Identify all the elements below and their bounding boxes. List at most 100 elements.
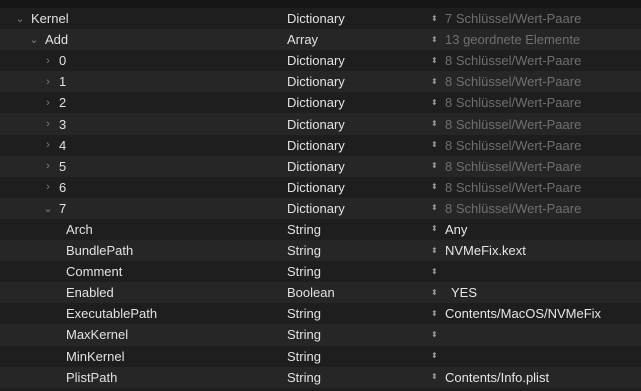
type-cell[interactable]: Dictionary bbox=[287, 177, 427, 198]
type-label: Dictionary bbox=[287, 74, 345, 90]
type-cell[interactable]: String bbox=[287, 367, 427, 388]
value-cell[interactable]: ⬍ NVMeFix.kext bbox=[431, 240, 639, 261]
table-row[interactable]: MinKernel String ⬍ bbox=[0, 346, 641, 367]
type-cell[interactable]: String bbox=[287, 303, 427, 324]
key-cell: ⌄ Kernel bbox=[0, 8, 294, 29]
stepper-icon[interactable]: ⬍ bbox=[431, 14, 441, 23]
type-cell[interactable]: Dictionary bbox=[287, 8, 427, 29]
stepper-icon[interactable]: ⬍ bbox=[431, 288, 441, 297]
value-cell[interactable]: ⬍ 8 Schlüssel/Wert-Paare bbox=[431, 113, 639, 134]
type-label: Dictionary bbox=[287, 95, 345, 111]
value-cell[interactable]: ⬍ YES bbox=[431, 282, 639, 303]
type-label: Dictionary bbox=[287, 179, 345, 195]
stepper-icon[interactable]: ⬍ bbox=[431, 352, 441, 360]
value-cell[interactable]: ⬍ Contents/Info.plist bbox=[431, 367, 639, 388]
table-row[interactable]: › 6 Dictionary ⬍ 8 Schlüssel/Wert-Paare bbox=[0, 177, 641, 198]
stepper-icon[interactable]: ⬍ bbox=[431, 35, 441, 44]
key-label: 7 bbox=[59, 200, 67, 216]
table-row[interactable]: ExecutablePath String ⬍ Contents/MacOS/NVMe… bbox=[0, 303, 641, 324]
chevron-right-icon[interactable]: › bbox=[42, 55, 54, 67]
table-row[interactable]: › 3 Dictionary ⬍ 8 Schlüssel/Wert-Paare bbox=[0, 113, 641, 135]
type-cell[interactable]: Dictionary bbox=[287, 50, 427, 71]
table-row[interactable]: › 0 Dictionary ⬍ 8 Schlüssel/Wert-Paare bbox=[0, 50, 641, 71]
value-cell[interactable]: ⬍ 13 geordnete Elemente bbox=[431, 29, 639, 50]
table-row[interactable]: PlistPath String ⬍ Contents/Info.plist bbox=[0, 366, 641, 388]
stepper-icon[interactable]: ⬍ bbox=[431, 141, 441, 149]
table-row[interactable]: ⌄ Add Array ⬍ 13 geordnete Elemente bbox=[0, 29, 641, 51]
stepper-icon[interactable]: ⬍ bbox=[431, 120, 441, 128]
type-cell[interactable]: Dictionary bbox=[287, 135, 427, 156]
type-cell[interactable]: Array bbox=[287, 29, 427, 50]
table-row[interactable]: Enabled Boolean ⬍ YES bbox=[0, 282, 641, 304]
plist-editor: ⌄ Kernel Dictionary ⬍ 7 Schlüssel/Wert-Paare… bbox=[0, 0, 641, 391]
chevron-right-icon[interactable]: › bbox=[42, 97, 54, 109]
table-row[interactable]: › 1 Dictionary ⬍ 8 Schlüssel/Wert-Paare bbox=[0, 71, 641, 93]
table-row[interactable]: › 5 Dictionary ⬍ 8 Schlüssel/Wert-Paare bbox=[0, 155, 641, 177]
value-cell[interactable]: ⬍ 7 Schlüssel/Wert-Paare bbox=[431, 8, 639, 29]
value-cell[interactable]: ⬍ bbox=[431, 324, 639, 345]
value-cell[interactable]: ⬍ 8 Schlüssel/Wert-Paare bbox=[431, 198, 639, 219]
value-cell[interactable]: ⬍ Contents/MacOS/NVMeFix bbox=[431, 303, 639, 324]
type-cell[interactable]: Dictionary bbox=[287, 113, 427, 134]
stepper-icon[interactable]: ⬍ bbox=[431, 330, 441, 339]
type-label: Dictionary bbox=[287, 158, 345, 174]
stepper-icon[interactable]: ⬍ bbox=[431, 225, 441, 233]
value-cell[interactable]: ⬍ 8 Schlüssel/Wert-Paare bbox=[431, 92, 639, 113]
chevron-right-icon[interactable]: › bbox=[42, 160, 54, 172]
type-cell[interactable]: Dictionary bbox=[287, 92, 427, 113]
stepper-icon[interactable]: ⬍ bbox=[431, 183, 441, 191]
value-cell[interactable]: ⬍ 8 Schlüssel/Wert-Paare bbox=[431, 156, 639, 177]
stepper-icon[interactable]: ⬍ bbox=[431, 204, 441, 212]
table-row[interactable]: BundlePath String ⬍ NVMeFix.kext bbox=[0, 240, 641, 262]
key-label: MaxKernel bbox=[66, 327, 129, 343]
table-row[interactable]: › 4 Dictionary ⬍ 8 Schlüssel/Wert-Paare bbox=[0, 135, 641, 156]
table-row[interactable]: ⌄ Kernel Dictionary ⬍ 7 Schlüssel/Wert-Paare bbox=[0, 8, 641, 29]
type-cell[interactable]: Boolean bbox=[287, 282, 427, 303]
chevron-down-icon[interactable]: ⌄ bbox=[14, 12, 26, 25]
type-cell[interactable]: String bbox=[287, 324, 427, 345]
key-cell: › 0 bbox=[0, 50, 322, 71]
chevron-right-icon[interactable]: › bbox=[42, 181, 54, 193]
stepper-icon[interactable]: ⬍ bbox=[431, 98, 441, 107]
value-cell[interactable]: ⬍ Any bbox=[431, 219, 639, 240]
type-cell[interactable]: Dictionary bbox=[287, 71, 427, 92]
table-row[interactable]: ⌄ 7 Dictionary ⬍ 8 Schlüssel/Wert-Paare bbox=[0, 197, 641, 219]
table-row[interactable]: MaxKernel String ⬍ bbox=[0, 324, 641, 346]
value-cell[interactable]: ⬍ 8 Schlüssel/Wert-Paare bbox=[431, 135, 639, 156]
table-row[interactable]: Comment String ⬍ bbox=[0, 261, 641, 282]
type-label: String bbox=[287, 306, 321, 322]
value-cell[interactable]: ⬍ 8 Schlüssel/Wert-Paare bbox=[431, 177, 639, 198]
stepper-icon[interactable]: ⬍ bbox=[431, 309, 441, 318]
chevron-right-icon[interactable]: › bbox=[42, 118, 54, 130]
stepper-icon[interactable]: ⬍ bbox=[431, 162, 441, 170]
type-cell[interactable]: String bbox=[287, 240, 427, 261]
value-label: 8 Schlüssel/Wert-Paare bbox=[445, 74, 582, 90]
type-cell[interactable]: String bbox=[287, 219, 427, 240]
stepper-icon[interactable]: ⬍ bbox=[431, 246, 441, 255]
value-cell[interactable]: ⬍ 8 Schlüssel/Wert-Paare bbox=[431, 50, 639, 71]
value-cell[interactable]: ⬍ bbox=[431, 346, 639, 367]
value-cell[interactable]: ⬍ 8 Schlüssel/Wert-Paare bbox=[431, 71, 639, 92]
stepper-icon[interactable]: ⬍ bbox=[431, 56, 441, 65]
chevron-right-icon[interactable]: › bbox=[42, 76, 54, 88]
chevron-down-icon[interactable]: ⌄ bbox=[42, 202, 54, 215]
value-label: Contents/Info.plist bbox=[445, 369, 550, 385]
key-cell: ⌄ Add bbox=[0, 29, 308, 50]
chevron-down-icon[interactable]: ⌄ bbox=[28, 33, 40, 46]
table-row[interactable]: Arch String ⬍ Any bbox=[0, 219, 641, 240]
key-label: MinKernel bbox=[66, 348, 125, 364]
type-cell[interactable]: String bbox=[287, 346, 427, 367]
table-row[interactable]: › 2 Dictionary ⬍ 8 Schlüssel/Wert-Paare bbox=[0, 92, 641, 113]
key-label: 0 bbox=[59, 53, 67, 69]
stepper-icon[interactable]: ⬍ bbox=[431, 267, 441, 276]
stepper-icon[interactable]: ⬍ bbox=[431, 77, 441, 86]
chevron-right-icon[interactable]: › bbox=[42, 139, 54, 151]
key-label: Comment bbox=[66, 264, 123, 280]
value-cell[interactable]: ⬍ bbox=[431, 261, 639, 282]
key-cell: › 3 bbox=[0, 113, 322, 134]
type-cell[interactable]: Dictionary bbox=[287, 156, 427, 177]
stepper-icon[interactable]: ⬍ bbox=[431, 373, 441, 381]
key-label: 5 bbox=[59, 158, 67, 174]
type-cell[interactable]: String bbox=[287, 261, 427, 282]
type-cell[interactable]: Dictionary bbox=[287, 198, 427, 219]
